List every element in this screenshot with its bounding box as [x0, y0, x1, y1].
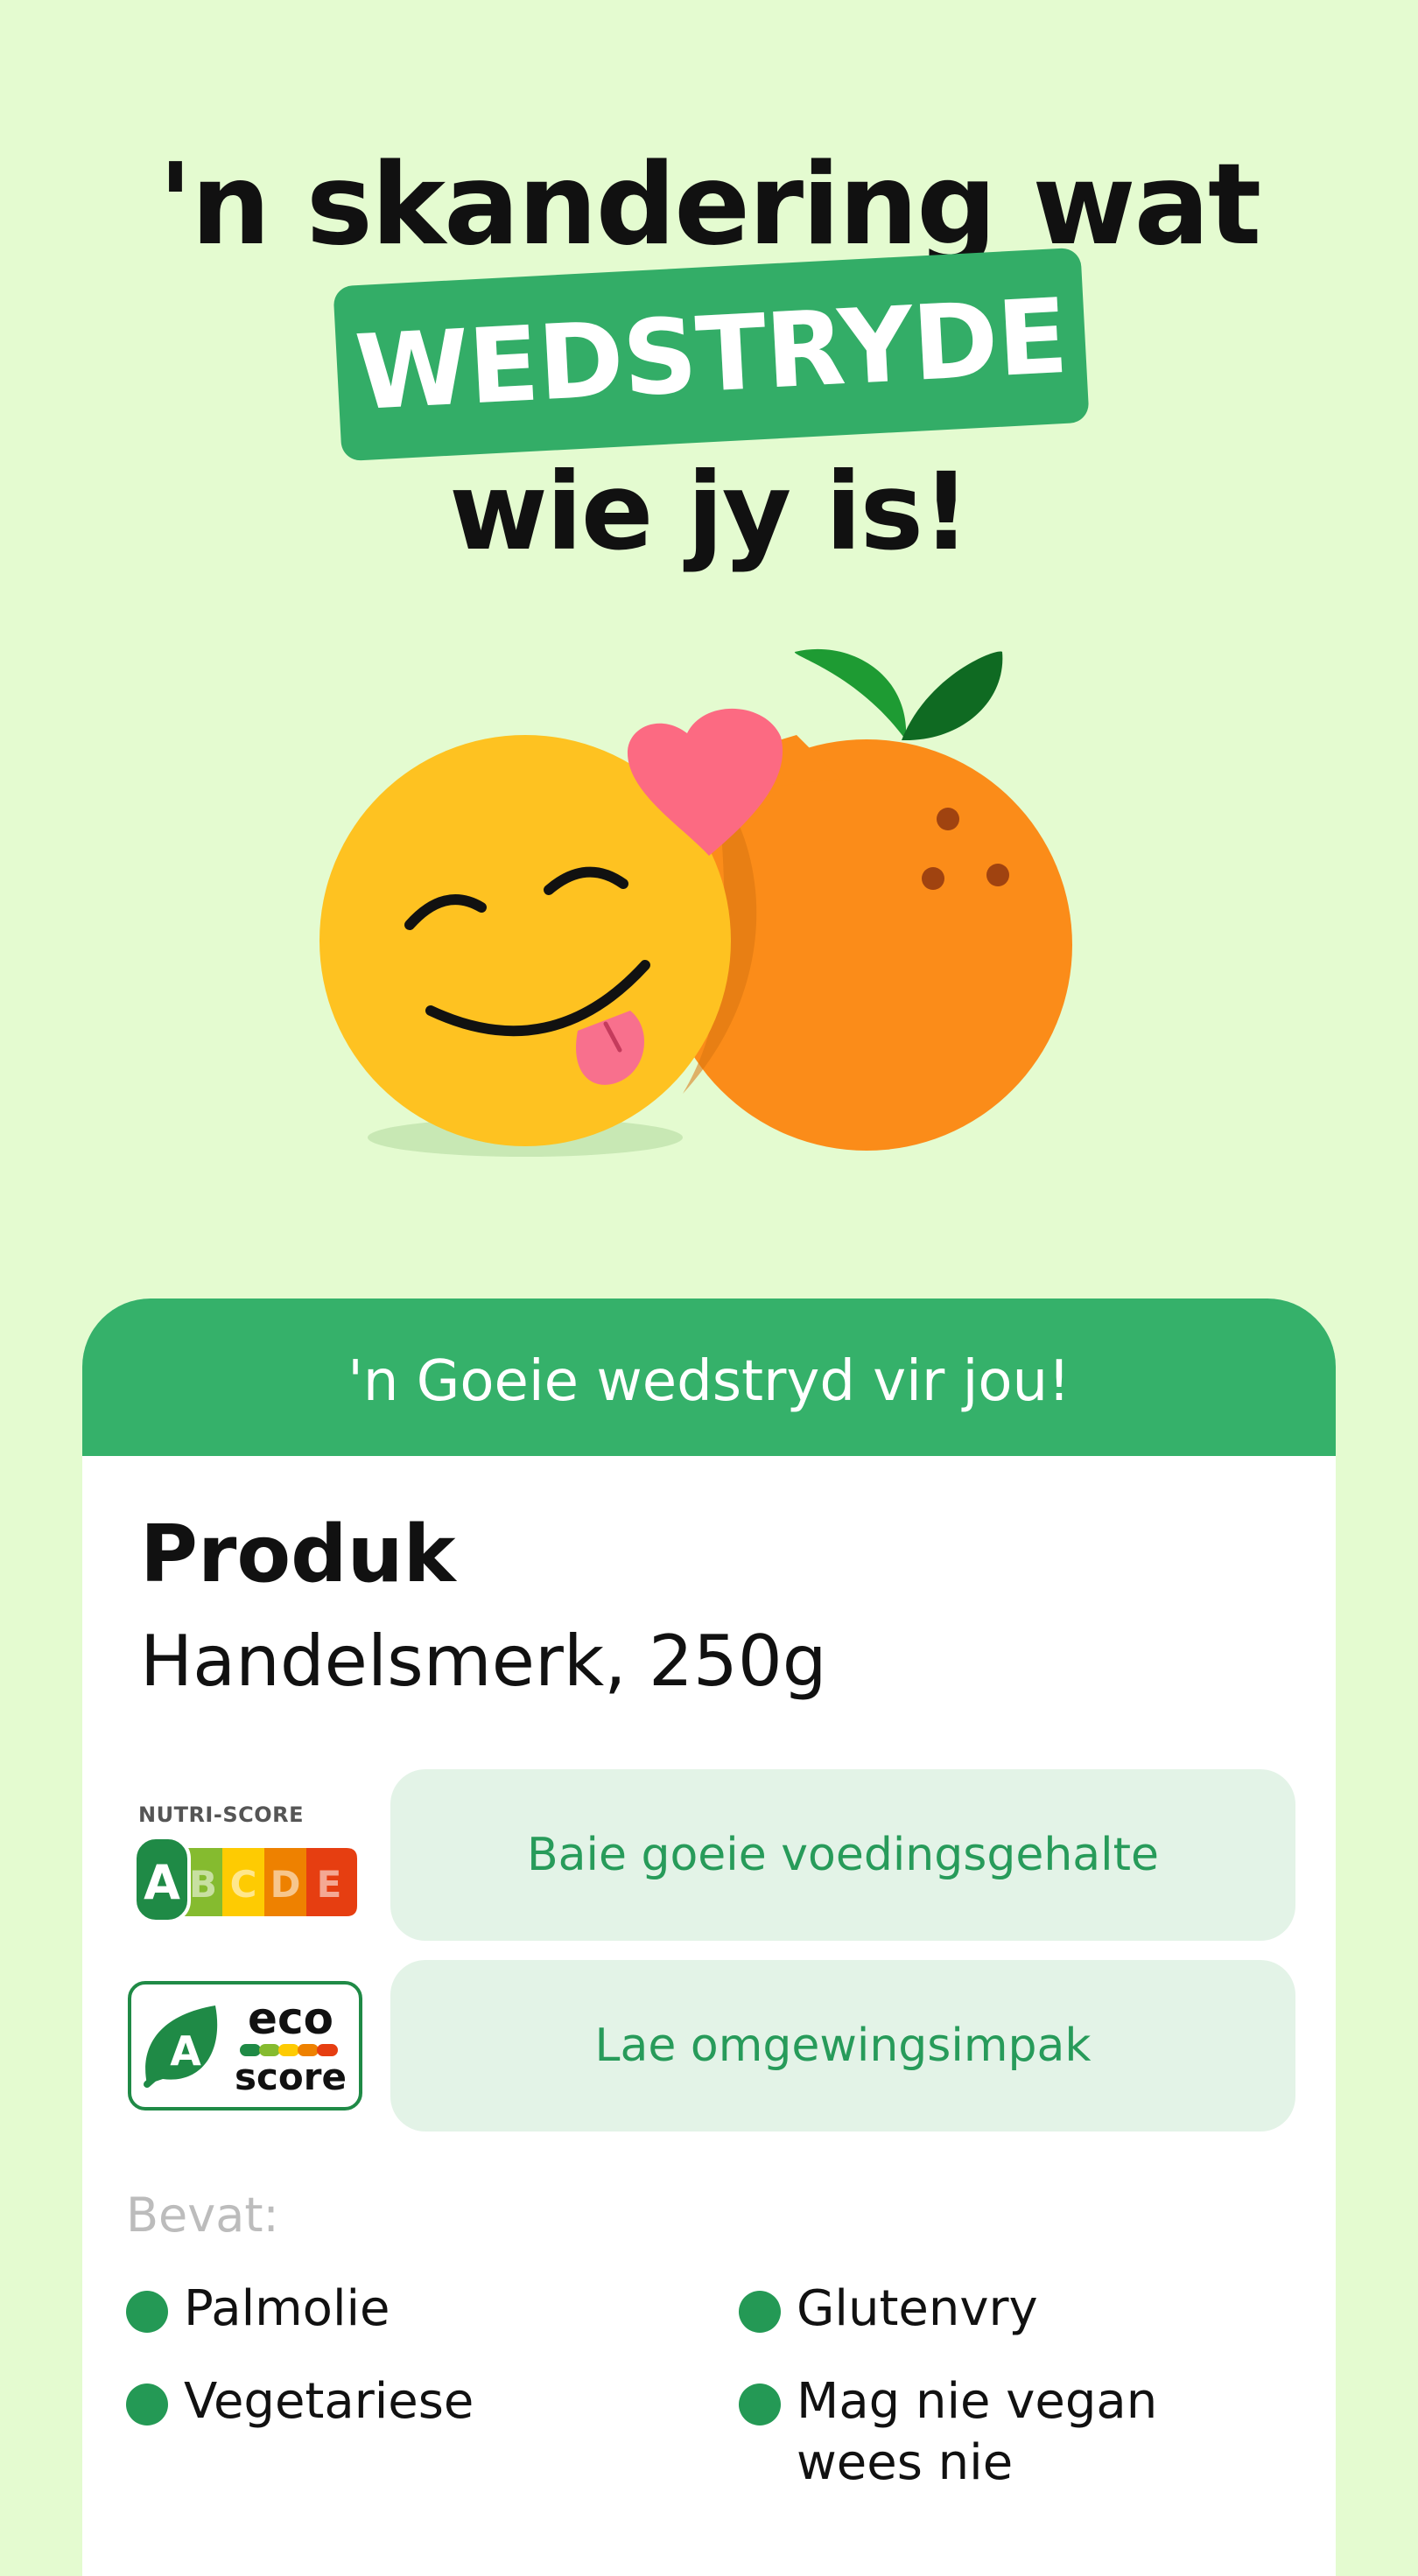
green-dot-icon	[126, 2291, 168, 2333]
nutri-grade-a: A	[144, 1855, 180, 1910]
nutri-score-label: NUTRI-SCORE	[138, 1802, 304, 1827]
nutri-grade-d: D	[270, 1863, 301, 1906]
nutri-grade-c: C	[230, 1863, 257, 1906]
mascot-illustration	[319, 648, 1072, 1157]
nutri-score-description: Baie goeie voedingsgehalte	[390, 1769, 1295, 1941]
match-banner: 'n Goeie wedstryd vir jou!	[82, 1298, 1336, 1456]
list-item-label: Glutenvry	[797, 2280, 1038, 2337]
green-dot-icon	[739, 2291, 781, 2333]
eco-score-logo: A eco score	[128, 1981, 362, 2110]
nutri-score-badge: NUTRI-SCORE A B C D E	[133, 1802, 369, 1927]
list-item: Palmolie	[126, 2278, 651, 2340]
green-dot-icon	[739, 2384, 781, 2426]
product-name: Produk	[140, 1508, 456, 1600]
list-item: Vegetariese	[126, 2371, 651, 2432]
eco-score-grade: A	[170, 2027, 201, 2075]
list-item: Glutenvry	[739, 2278, 1264, 2340]
green-dot-icon	[126, 2384, 168, 2426]
product-card[interactable]: 'n Goeie wedstryd vir jou! Produk Handel…	[82, 1298, 1336, 2576]
leaf-icon	[794, 648, 1003, 741]
headline-line-3: wie jy is!	[449, 450, 971, 574]
product-subtitle: Handelsmerk, 250g	[140, 1620, 827, 1702]
nutri-score-scale: A B C D E	[133, 1836, 357, 1923]
eco-score-description: Lae omgewingsimpak	[390, 1960, 1295, 2132]
nutri-grade-b: B	[189, 1863, 217, 1906]
list-item-label: Palmolie	[184, 2280, 390, 2337]
list-item: Mag nie vegan wees nie	[739, 2371, 1264, 2494]
list-item-label: Mag nie vegan wees nie	[797, 2373, 1158, 2491]
contains-label: Bevat:	[126, 2188, 279, 2243]
eco-score-word-eco: eco	[248, 1993, 333, 2044]
eco-score-word-score: score	[235, 2055, 347, 2098]
list-item-label: Vegetariese	[184, 2373, 474, 2430]
nutri-grade-e: E	[317, 1863, 342, 1906]
eco-score-badge: A eco score	[128, 1981, 362, 2114]
